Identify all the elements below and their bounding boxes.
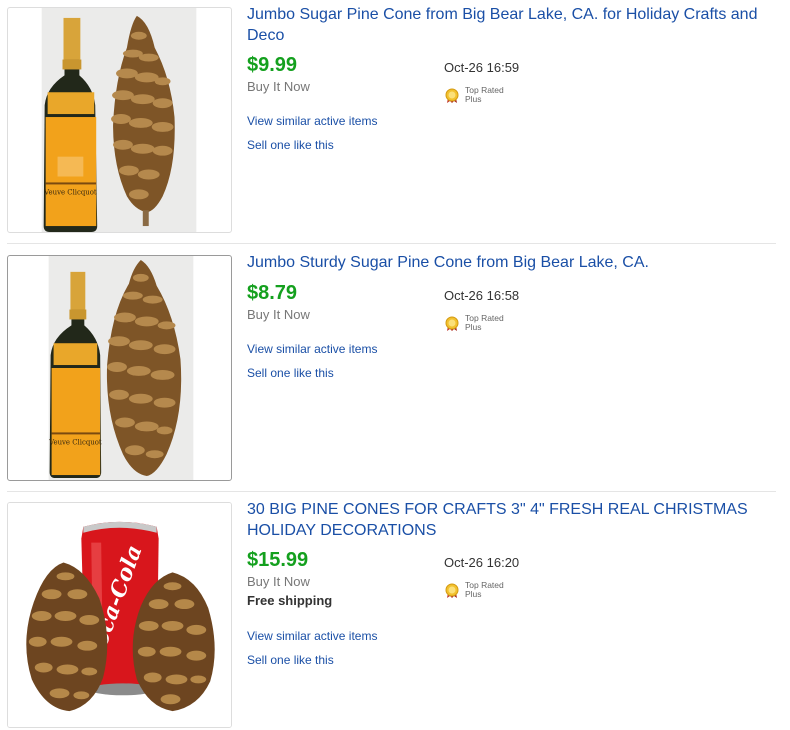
top-rated-medal-icon bbox=[445, 88, 459, 103]
view-similar-active-items-link[interactable]: View similar active items bbox=[247, 114, 377, 129]
search-results-list: Veuve Clicquot Jumbo Sugar Pine Cone fro… bbox=[0, 0, 790, 730]
svg-text:Veuve Clicquot: Veuve Clicquot bbox=[48, 438, 102, 446]
item-end-date: Oct-26 16:58 bbox=[444, 288, 520, 303]
top-rated-label-line2: Plus bbox=[465, 589, 482, 599]
list-item: Coca-Cola 30 BIG PINE CONES FOR CRAFTS 3… bbox=[0, 492, 790, 730]
item-price: $15.99 bbox=[247, 549, 309, 571]
top-rated-plus-label: Top Rated Plus bbox=[465, 86, 525, 104]
item-end-date: Oct-26 16:20 bbox=[444, 555, 520, 570]
top-rated-medal-icon bbox=[445, 316, 459, 331]
item-thumbnail[interactable]: Veuve Clicquot bbox=[7, 255, 232, 481]
item-end-date: Oct-26 16:59 bbox=[444, 60, 520, 75]
list-item: Veuve Clicquot bbox=[0, 244, 790, 490]
top-rated-plus-badge: Top Rated Plus bbox=[444, 314, 524, 334]
top-rated-label-line2: Plus bbox=[465, 94, 482, 104]
item-price: $9.99 bbox=[247, 54, 298, 76]
champagne-and-pine-cone-image: Veuve Clicquot bbox=[41, 8, 197, 232]
sell-one-like-this-link[interactable]: Sell one like this bbox=[247, 366, 334, 381]
soda-can-and-pine-cones-image: Coca-Cola bbox=[8, 503, 231, 727]
item-title-link[interactable]: Jumbo Sturdy Sugar Pine Cone from Big Be… bbox=[247, 252, 767, 273]
top-rated-medal-icon bbox=[445, 583, 459, 598]
item-title-link[interactable]: Jumbo Sugar Pine Cone from Big Bear Lake… bbox=[247, 4, 767, 46]
list-item: Veuve Clicquot bbox=[0, 0, 790, 243]
top-rated-label-line2: Plus bbox=[465, 322, 482, 332]
top-rated-plus-label: Top Rated Plus bbox=[465, 581, 525, 599]
item-format: Buy It Now bbox=[247, 574, 310, 589]
sell-one-like-this-link[interactable]: Sell one like this bbox=[247, 653, 334, 668]
item-shipping: Free shipping bbox=[247, 593, 333, 608]
item-price: $8.79 bbox=[247, 282, 298, 304]
top-rated-plus-badge: Top Rated Plus bbox=[444, 86, 524, 106]
top-rated-plus-badge: Top Rated Plus bbox=[444, 581, 524, 601]
svg-text:Veuve Clicquot: Veuve Clicquot bbox=[43, 188, 97, 196]
item-format: Buy It Now bbox=[247, 79, 310, 94]
top-rated-plus-label: Top Rated Plus bbox=[465, 314, 525, 332]
item-thumbnail[interactable]: Veuve Clicquot bbox=[7, 7, 232, 233]
champagne-and-pine-cone-image: Veuve Clicquot bbox=[48, 256, 194, 480]
view-similar-active-items-link[interactable]: View similar active items bbox=[247, 629, 377, 644]
item-thumbnail[interactable]: Coca-Cola bbox=[7, 502, 232, 728]
view-similar-active-items-link[interactable]: View similar active items bbox=[247, 342, 377, 357]
item-title-link[interactable]: 30 BIG PINE CONES FOR CRAFTS 3" 4" FRESH… bbox=[247, 499, 767, 541]
item-format: Buy It Now bbox=[247, 307, 310, 322]
sell-one-like-this-link[interactable]: Sell one like this bbox=[247, 138, 334, 153]
